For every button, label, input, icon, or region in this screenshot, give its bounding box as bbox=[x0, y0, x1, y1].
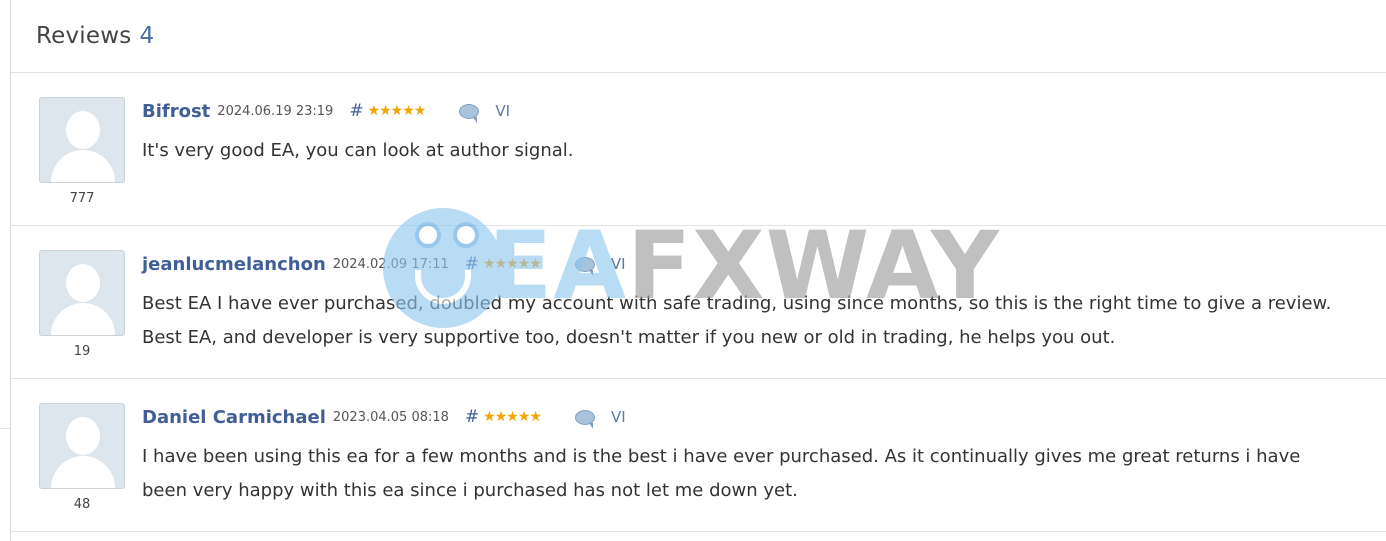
avatar[interactable] bbox=[39, 403, 125, 489]
review-author-link[interactable]: Daniel Carmichael bbox=[142, 407, 326, 428]
reviews-panel: Reviews 4 777 Bifrost 2024.06.19 23:19 #… bbox=[10, 0, 1386, 541]
avatar-placeholder-head bbox=[66, 111, 100, 149]
reviews-count: 4 bbox=[139, 23, 155, 49]
review-permalink[interactable]: # bbox=[349, 101, 363, 121]
reviews-title: Reviews bbox=[36, 23, 132, 49]
reviews-header: Reviews 4 bbox=[11, 0, 1386, 73]
comment-icon[interactable] bbox=[574, 409, 595, 429]
avatar[interactable] bbox=[39, 250, 125, 336]
review-permalink[interactable]: # bbox=[465, 254, 479, 274]
avatar-block: 777 bbox=[37, 97, 127, 206]
review-meta: Bifrost 2024.06.19 23:19 # ★★★★★ VI bbox=[142, 100, 510, 123]
star-rating: ★★★★★ bbox=[483, 256, 542, 272]
comment-icon[interactable] bbox=[574, 256, 595, 276]
avatar[interactable] bbox=[39, 97, 125, 183]
review-text: It's very good EA, you can look at autho… bbox=[142, 140, 574, 161]
star-rating: ★★★★★ bbox=[367, 103, 427, 119]
review-author-link[interactable]: Bifrost bbox=[142, 101, 210, 122]
review-date: 2024.02.09 17:11 bbox=[332, 256, 449, 272]
avatar-placeholder-head bbox=[66, 264, 100, 302]
review-permalink[interactable]: # bbox=[465, 407, 479, 427]
user-rating-number: 19 bbox=[73, 344, 91, 359]
review-text: I have been using this ea for a few mont… bbox=[142, 446, 1301, 501]
review-item: 777 Bifrost 2024.06.19 23:19 # ★★★★★ VI … bbox=[11, 73, 1386, 226]
user-rating-number: 48 bbox=[73, 497, 91, 512]
language-code[interactable]: VI bbox=[611, 255, 626, 273]
review-item: 19 jeanlucmelanchon 2024.02.09 17:11 # ★… bbox=[11, 226, 1386, 379]
review-date: 2024.06.19 23:19 bbox=[217, 103, 334, 119]
avatar-placeholder-body bbox=[51, 303, 115, 335]
review-date: 2023.04.05 08:18 bbox=[332, 409, 449, 425]
avatar-placeholder-body bbox=[51, 150, 115, 182]
language-code[interactable]: VI bbox=[611, 408, 626, 426]
review-text: Best EA I have ever purchased, doubled m… bbox=[142, 293, 1332, 348]
language-code[interactable]: VI bbox=[495, 102, 510, 120]
star-rating: ★★★★★ bbox=[483, 409, 542, 425]
left-divider bbox=[0, 428, 10, 429]
review-author-link[interactable]: jeanlucmelanchon bbox=[142, 254, 326, 275]
review-item: 48 Daniel Carmichael 2023.04.05 08:18 # … bbox=[11, 379, 1386, 532]
review-meta: Daniel Carmichael 2023.04.05 08:18 # ★★★… bbox=[142, 406, 626, 429]
avatar-placeholder-head bbox=[66, 417, 100, 455]
review-meta: jeanlucmelanchon 2024.02.09 17:11 # ★★★★… bbox=[142, 253, 626, 276]
avatar-block: 48 bbox=[37, 403, 127, 512]
user-rating-number: 777 bbox=[69, 191, 95, 206]
avatar-placeholder-body bbox=[51, 456, 115, 488]
avatar-block: 19 bbox=[37, 250, 127, 359]
comment-icon[interactable] bbox=[459, 103, 480, 123]
